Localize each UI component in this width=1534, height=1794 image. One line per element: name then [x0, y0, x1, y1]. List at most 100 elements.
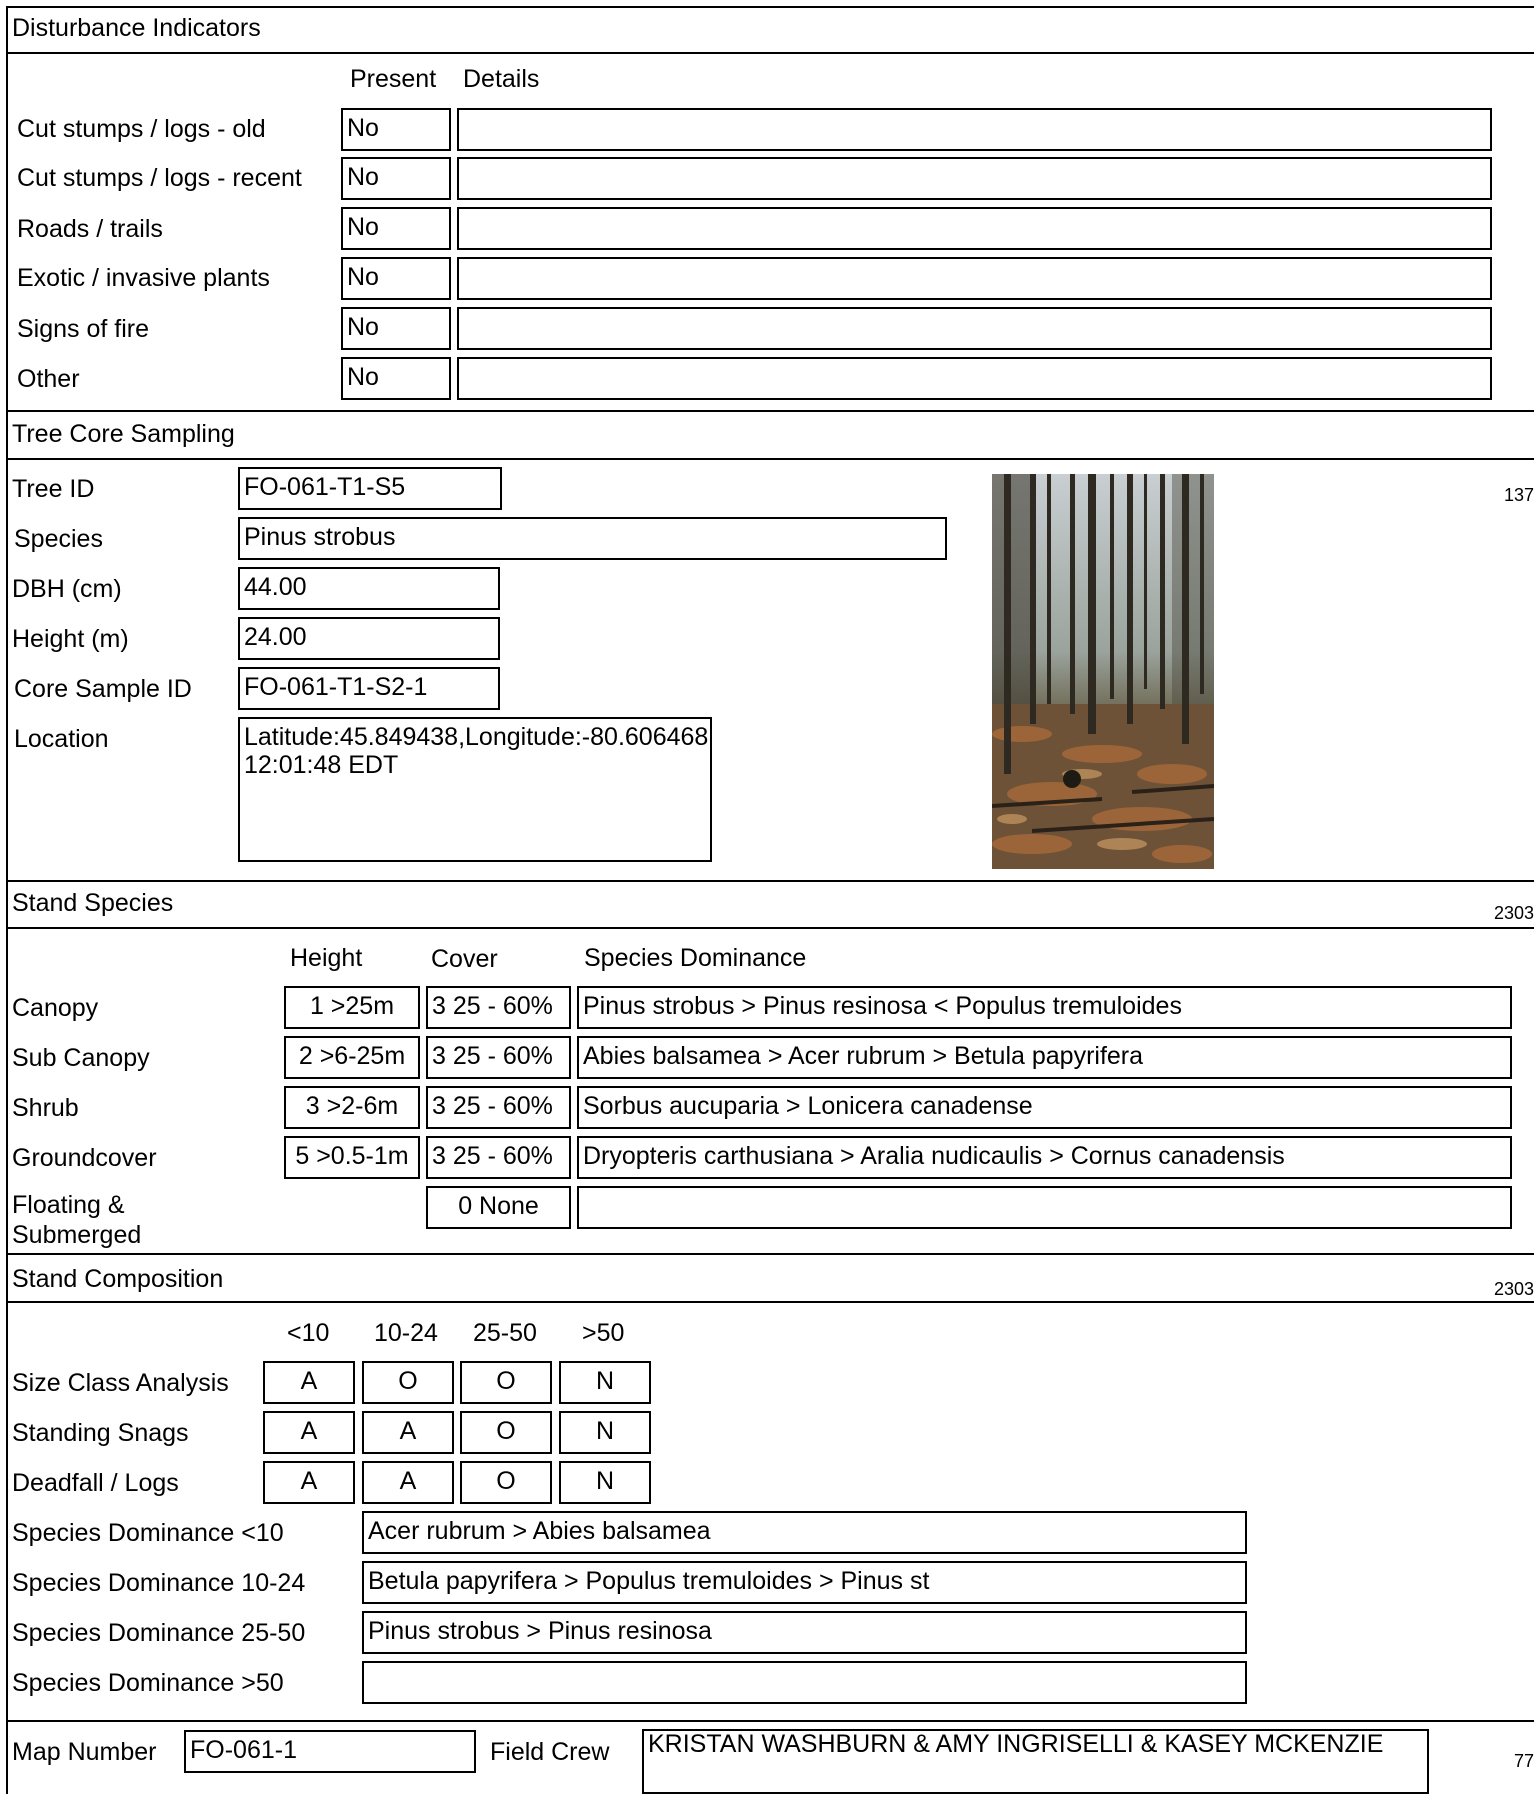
- left-border: [6, 6, 8, 1794]
- present-field[interactable]: No: [341, 357, 451, 400]
- height-class-field[interactable]: 1 >25m: [284, 986, 420, 1029]
- dominance-lt10-label: Species Dominance <10: [12, 1519, 284, 1547]
- height-class-field[interactable]: 5 >0.5-1m: [284, 1136, 420, 1179]
- divider: [6, 1301, 1534, 1303]
- disturbance-label: Exotic / invasive plants: [17, 264, 270, 292]
- divider: [6, 880, 1534, 882]
- dominance-lt10-field[interactable]: Acer rubrum > Abies balsamea: [362, 1511, 1247, 1554]
- snags-cell[interactable]: O: [460, 1411, 552, 1454]
- tree-id-label: Tree ID: [12, 475, 95, 503]
- dominance-field[interactable]: Sorbus aucuparia > Lonicera canadense: [577, 1086, 1512, 1129]
- disturbance-label: Cut stumps / logs - recent: [17, 164, 302, 192]
- size-class-cell[interactable]: N: [559, 1361, 651, 1404]
- divider: [6, 458, 1534, 460]
- details-field[interactable]: [457, 257, 1492, 300]
- core-sample-label: Core Sample ID: [14, 675, 192, 703]
- map-number-field[interactable]: FO-061-1: [184, 1730, 476, 1773]
- dominance-gt50-field[interactable]: [362, 1661, 1247, 1704]
- floating-label-line2: Submerged: [12, 1221, 142, 1249]
- dominance-25-50-field[interactable]: Pinus strobus > Pinus resinosa: [362, 1611, 1247, 1654]
- col-header-25-50: 25-50: [473, 1319, 537, 1347]
- field-crew-label: Field Crew: [490, 1738, 610, 1766]
- disturbance-label: Other: [17, 365, 80, 393]
- dominance-field[interactable]: Pinus strobus > Pinus resinosa < Populus…: [577, 986, 1512, 1029]
- present-field[interactable]: No: [341, 257, 451, 300]
- present-field[interactable]: No: [341, 307, 451, 350]
- divider: [6, 52, 1534, 54]
- cover-field[interactable]: 3 25 - 60%: [426, 986, 571, 1029]
- floating-cover-field[interactable]: 0 None: [426, 1186, 571, 1229]
- deadfall-cell[interactable]: A: [263, 1461, 355, 1504]
- present-field[interactable]: No: [341, 157, 451, 200]
- dbh-field[interactable]: 44.00: [238, 567, 500, 610]
- standing-snags-label: Standing Snags: [12, 1419, 189, 1447]
- dominance-25-50-label: Species Dominance 25-50: [12, 1619, 306, 1647]
- disturbance-label: Cut stumps / logs - old: [17, 115, 266, 143]
- divider: [6, 1720, 1534, 1722]
- dominance-field[interactable]: Abies balsamea > Acer rubrum > Betula pa…: [577, 1036, 1512, 1079]
- size-class-cell[interactable]: O: [362, 1361, 454, 1404]
- size-class-cell[interactable]: A: [263, 1361, 355, 1404]
- field-crew-field[interactable]: KRISTAN WASHBURN & AMY INGRISELLI & KASE…: [642, 1729, 1429, 1794]
- map-number-label: Map Number: [12, 1738, 157, 1766]
- deadfall-cell[interactable]: A: [362, 1461, 454, 1504]
- floating-label-line1: Floating &: [12, 1191, 125, 1219]
- species-label: Species: [14, 525, 103, 553]
- present-field[interactable]: No: [341, 207, 451, 250]
- tree-photo: [992, 474, 1214, 869]
- deadfall-label: Deadfall / Logs: [12, 1469, 179, 1497]
- stand-layer-label: Shrub: [12, 1094, 79, 1122]
- col-header-10-24: 10-24: [374, 1319, 438, 1347]
- deadfall-cell[interactable]: N: [559, 1461, 651, 1504]
- dominance-gt50-label: Species Dominance >50: [12, 1669, 284, 1697]
- deadfall-cell[interactable]: O: [460, 1461, 552, 1504]
- col-header-dominance: Species Dominance: [584, 944, 807, 972]
- stand-layer-label: Canopy: [12, 994, 99, 1022]
- species-field[interactable]: Pinus strobus: [238, 517, 947, 560]
- location-label: Location: [14, 725, 109, 753]
- details-field[interactable]: [457, 207, 1492, 250]
- section-title-disturbance: Disturbance Indicators: [12, 14, 261, 42]
- details-field[interactable]: [457, 357, 1492, 400]
- details-field[interactable]: [457, 157, 1492, 200]
- height-field[interactable]: 24.00: [238, 617, 500, 660]
- dbh-label: DBH (cm): [12, 575, 122, 603]
- top-border: [6, 6, 1534, 8]
- disturbance-label: Roads / trails: [17, 215, 163, 243]
- col-header-cover: Cover: [431, 945, 498, 973]
- dominance-10-24-label: Species Dominance 10-24: [12, 1569, 306, 1597]
- side-number: 77: [1513, 1751, 1534, 1771]
- snags-cell[interactable]: A: [263, 1411, 355, 1454]
- section-title-tree-core: Tree Core Sampling: [12, 420, 235, 448]
- stand-layer-label: Sub Canopy: [12, 1044, 150, 1072]
- divider: [6, 927, 1534, 929]
- height-class-field[interactable]: 3 >2-6m: [284, 1086, 420, 1129]
- floating-dominance-field[interactable]: [577, 1186, 1512, 1229]
- height-class-field[interactable]: 2 >6-25m: [284, 1036, 420, 1079]
- dominance-10-24-field[interactable]: Betula papyrifera > Populus tremuloides …: [362, 1561, 1247, 1604]
- divider: [6, 1253, 1534, 1255]
- cover-field[interactable]: 3 25 - 60%: [426, 1086, 571, 1129]
- col-header-lt10: <10: [287, 1319, 330, 1347]
- section-title-stand-species: Stand Species: [12, 889, 174, 917]
- height-label: Height (m): [12, 625, 129, 653]
- dominance-field[interactable]: Dryopteris carthusiana > Aralia nudicaul…: [577, 1136, 1512, 1179]
- details-field[interactable]: [457, 307, 1492, 350]
- core-sample-field[interactable]: FO-061-T1-S2-1: [238, 667, 500, 710]
- details-field[interactable]: [457, 108, 1492, 151]
- tree-id-field[interactable]: FO-061-T1-S5: [238, 467, 502, 510]
- present-field[interactable]: No: [341, 108, 451, 151]
- snags-cell[interactable]: N: [559, 1411, 651, 1454]
- cover-field[interactable]: 3 25 - 60%: [426, 1036, 571, 1079]
- location-field[interactable]: Latitude:45.849438,Longitude:-80.606468,…: [238, 717, 712, 862]
- snags-cell[interactable]: A: [362, 1411, 454, 1454]
- size-class-cell[interactable]: O: [460, 1361, 552, 1404]
- col-header-gt50: >50: [582, 1319, 625, 1347]
- forest-image: [992, 474, 1214, 869]
- size-class-label: Size Class Analysis: [12, 1369, 229, 1397]
- cover-field[interactable]: 3 25 - 60%: [426, 1136, 571, 1179]
- section-title-stand-composition: Stand Composition: [12, 1265, 224, 1293]
- col-header-height: Height: [290, 944, 363, 972]
- stand-layer-label: Groundcover: [12, 1144, 157, 1172]
- col-header-details: Details: [463, 65, 540, 93]
